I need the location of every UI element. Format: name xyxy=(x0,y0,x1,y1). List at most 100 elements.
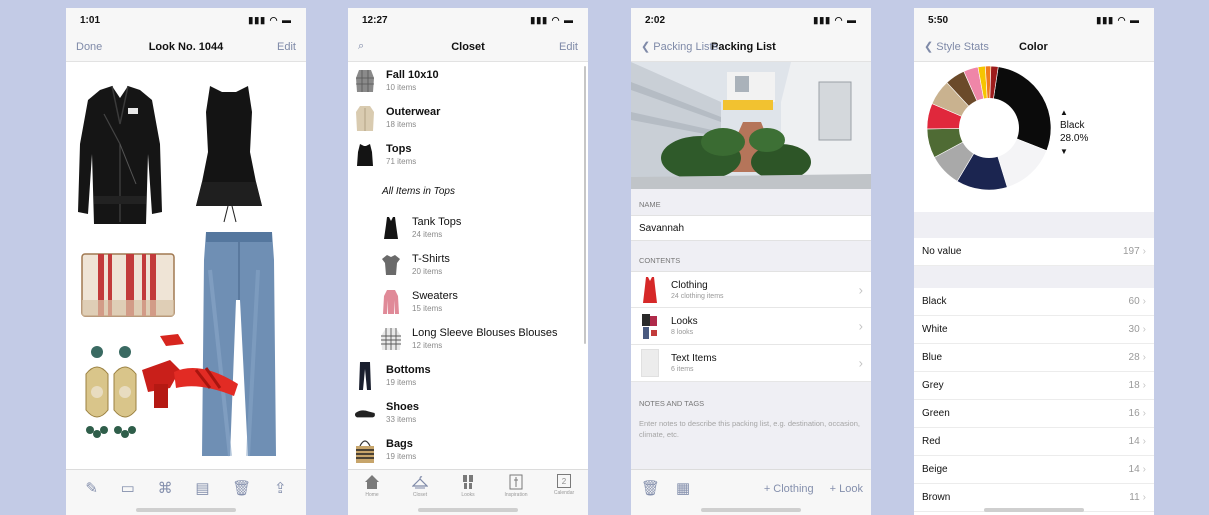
trash-icon[interactable]: 🗑︎ xyxy=(641,481,660,496)
stat-count: 14 xyxy=(1128,464,1140,475)
stat-row-grey[interactable]: Grey 18 › xyxy=(914,372,1154,400)
name-section-header: NAME xyxy=(639,200,661,209)
stat-row-blue[interactable]: Blue 28 › xyxy=(914,344,1154,372)
back-button[interactable]: ❮ Style Stats xyxy=(924,40,989,53)
stat-label: Red xyxy=(922,436,941,447)
text-item-thumbnail xyxy=(639,348,661,378)
black-top-thumbnail xyxy=(354,141,376,169)
category-row[interactable]: Outerwear 18 items xyxy=(348,99,588,136)
previous-slice-icon[interactable]: ▲ xyxy=(1060,106,1088,119)
chevron-right-icon: › xyxy=(1142,464,1146,475)
search-icon[interactable]: ⌕ xyxy=(358,40,364,53)
add-clothing-button[interactable]: + Clothing xyxy=(764,483,814,495)
closet-list: Fall 10x10 10 items Outerwear 18 items Top… xyxy=(348,62,588,469)
share-icon[interactable]: ⇪ xyxy=(274,481,287,496)
contents-row-looks[interactable]: Looks 8 looks › xyxy=(631,308,871,345)
blouse-thumbnail xyxy=(380,325,402,353)
look-canvas xyxy=(66,62,306,469)
contents-row-text-items[interactable]: Text Items 6 items › xyxy=(631,345,871,382)
status-time: 1:01 xyxy=(80,14,101,26)
tab-label: Inspiration xyxy=(504,492,528,498)
contents-title: Clothing xyxy=(671,279,708,291)
packing-list-form: NAME Savannah CONTENTS Clothing 24 clothi… xyxy=(631,189,871,469)
edit-button[interactable]: Edit xyxy=(559,41,578,53)
stat-row-beige[interactable]: Beige 14 › xyxy=(914,456,1154,484)
chevron-right-icon: › xyxy=(1142,246,1146,257)
chevron-right-icon: › xyxy=(1142,352,1146,363)
subcategory-row[interactable]: T-Shirts 20 items xyxy=(348,246,588,283)
subcategory-count: 24 items xyxy=(412,230,443,239)
add-look-button[interactable]: + Look xyxy=(830,483,863,495)
stat-count: 16 xyxy=(1128,408,1140,419)
stat-row-black[interactable]: Black 60 › xyxy=(914,288,1154,316)
leather-jacket-image[interactable] xyxy=(78,84,162,234)
contents-sub: 6 items xyxy=(671,366,694,373)
category-row[interactable]: Tops 71 items xyxy=(348,136,588,173)
contents-sub: 8 looks xyxy=(671,329,694,336)
subcategory-row[interactable]: Tank Tops 24 items xyxy=(348,209,588,246)
name-field[interactable]: Savannah xyxy=(631,215,871,241)
stat-row-green[interactable]: Green 16 › xyxy=(914,400,1154,428)
striped-clutch-image[interactable] xyxy=(80,252,176,318)
edit-button[interactable]: Edit xyxy=(277,41,296,53)
folder-icon[interactable]: ▭ xyxy=(121,481,135,496)
contents-row-clothing[interactable]: Clothing 24 clothing items › xyxy=(631,271,871,308)
category-row[interactable]: Fall 10x10 10 items xyxy=(348,62,588,99)
category-name: Bags xyxy=(386,438,413,450)
nav-bar: ⌕ Closet Edit xyxy=(348,32,588,62)
tab-closet[interactable]: Closet xyxy=(398,474,442,505)
plaid-jacket-thumbnail xyxy=(354,67,376,95)
stat-count: 14 xyxy=(1128,436,1140,447)
page-title: Packing List xyxy=(711,40,776,53)
black-peplum-top-image[interactable] xyxy=(194,82,264,227)
stat-label: White xyxy=(922,324,948,335)
tab-home[interactable]: Home xyxy=(350,474,394,505)
sweater-thumbnail xyxy=(380,288,402,316)
chevron-right-icon: › xyxy=(1142,380,1146,391)
done-button[interactable]: Done xyxy=(76,41,102,53)
tab-label: Looks xyxy=(461,492,475,498)
section-gap xyxy=(914,212,1154,238)
stat-row-white[interactable]: White 30 › xyxy=(914,316,1154,344)
tab-inspiration[interactable]: Inspiration xyxy=(494,474,538,505)
home-indicator xyxy=(136,508,236,512)
stat-label: No value xyxy=(922,246,962,257)
tab-calendar[interactable]: 2 Calendar xyxy=(542,474,586,505)
subcategory-name: Tank Tops xyxy=(412,216,462,228)
section-gap xyxy=(914,266,1154,288)
subcategory-count: 12 items xyxy=(412,341,443,350)
category-row[interactable]: Bottoms 19 items xyxy=(348,357,588,394)
calendar-icon[interactable]: ▤ xyxy=(195,481,209,496)
chevron-right-icon: › xyxy=(1142,324,1146,335)
home-indicator xyxy=(418,508,518,512)
subcategory-row[interactable]: Sweaters 15 items xyxy=(348,283,588,320)
red-tank-thumbnail xyxy=(639,275,661,305)
red-sandal-image[interactable] xyxy=(140,330,240,410)
inspiration-icon xyxy=(508,474,524,490)
stat-row-red[interactable]: Red 14 › xyxy=(914,428,1154,456)
calendar-icon[interactable]: ▦ xyxy=(676,481,690,496)
notes-field[interactable]: Enter notes to describe this packing lis… xyxy=(631,414,871,444)
stat-count: 18 xyxy=(1128,380,1140,391)
destination-photo[interactable] xyxy=(631,62,871,189)
hanger-icon xyxy=(412,474,428,490)
closet-screen: 12:27 ▮▮▮ ◠ ▬ ⌕ Closet Edit Fall 10x10 10… xyxy=(348,8,588,515)
drop-earrings-image[interactable] xyxy=(82,344,140,444)
outfit-icon[interactable]: ⌘ xyxy=(158,481,173,496)
stat-count: 28 xyxy=(1128,352,1140,363)
subcategory-row[interactable]: Long Sleeve Blouses Blouses 12 items xyxy=(348,320,588,357)
edit-icon[interactable]: ✎ xyxy=(85,481,98,496)
selected-color-percent: 28.0% xyxy=(1060,133,1089,144)
back-button[interactable]: ❮ Packing Lists xyxy=(641,40,718,53)
tab-looks[interactable]: Looks xyxy=(446,474,490,505)
tab-label: Closet xyxy=(412,492,428,498)
stat-label: Blue xyxy=(922,352,943,363)
tab-label: Calendar xyxy=(553,490,575,496)
stat-label: Beige xyxy=(922,464,948,475)
category-row[interactable]: Bags 19 items xyxy=(348,431,588,468)
donut-svg[interactable] xyxy=(914,62,1064,212)
next-slice-icon[interactable]: ▼ xyxy=(1060,145,1088,158)
category-row[interactable]: Shoes 33 items xyxy=(348,394,588,431)
stat-row-no-value[interactable]: No value 197 › xyxy=(914,238,1154,266)
trash-icon[interactable]: 🗑︎ xyxy=(232,481,251,496)
